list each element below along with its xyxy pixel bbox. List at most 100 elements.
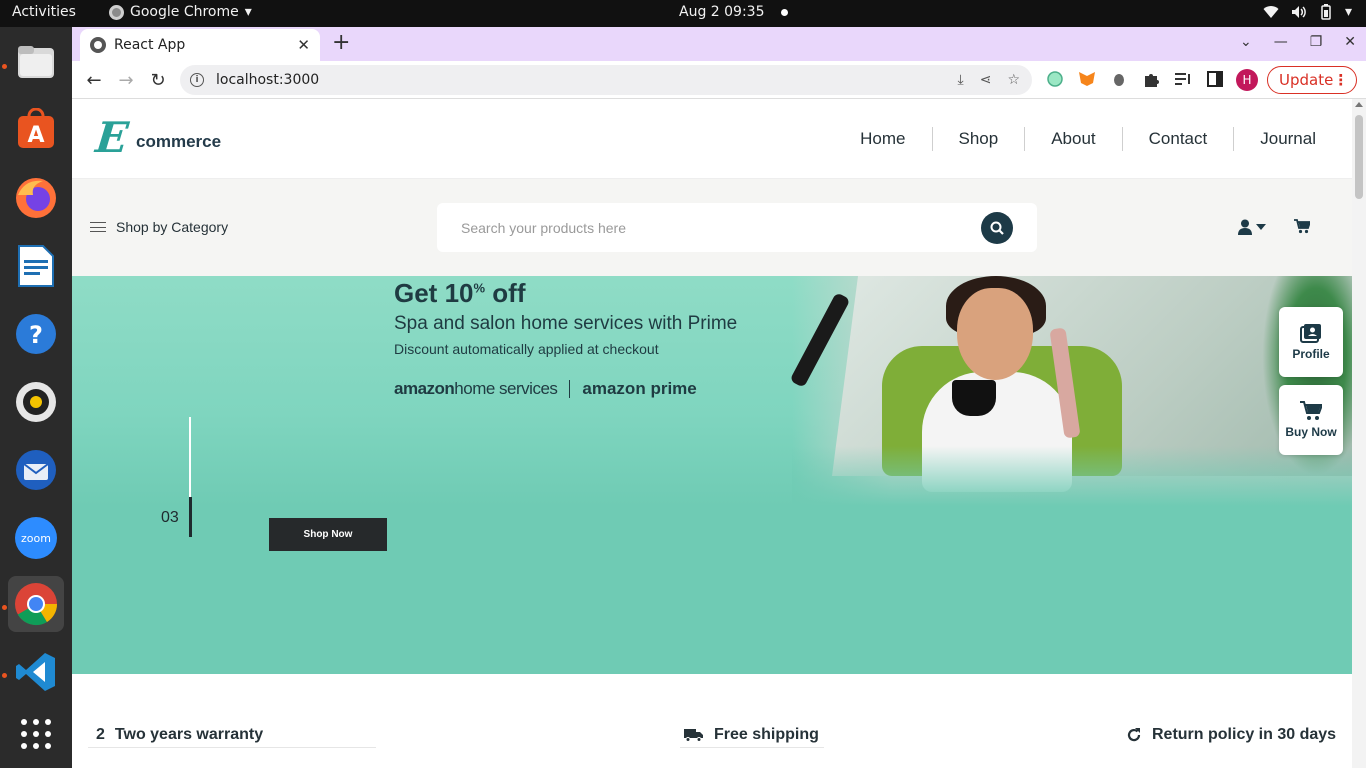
nav-home[interactable]: Home (834, 127, 933, 151)
install-app-icon[interactable]: ⤓ (958, 72, 964, 88)
side-panel-icon[interactable] (1206, 70, 1224, 88)
woman-image (957, 288, 1033, 380)
running-indicator (2, 64, 7, 69)
svg-text:A: A (27, 123, 44, 148)
help-icon[interactable]: ? (8, 306, 64, 362)
extension-bug-icon[interactable] (1110, 70, 1128, 88)
files-app-icon[interactable] (8, 34, 64, 90)
search-button[interactable] (981, 212, 1013, 244)
search-icon (990, 221, 1004, 235)
address-bar[interactable]: i localhost:3000 ⤓ ⋖ ☆ (180, 65, 1032, 95)
tab-strip: React App ✕ + ⌄ — ❐ ✕ (72, 27, 1366, 61)
page-scrollbar[interactable] (1352, 99, 1366, 768)
media-controls-icon[interactable] (1174, 70, 1192, 88)
site-logo[interactable]: E commerce (93, 113, 222, 162)
show-apps-grid-icon[interactable] (8, 706, 64, 762)
feature-warranty-label: Two years warranty (114, 726, 264, 743)
scrollbar-thumb[interactable] (1355, 115, 1363, 199)
cart-button[interactable] (1294, 219, 1312, 238)
new-tab-button[interactable]: + (332, 32, 350, 54)
thunderbird-icon[interactable] (8, 442, 64, 498)
clock-label: Aug 2 09:35 (679, 4, 765, 20)
profile-avatar[interactable]: H (1236, 69, 1258, 91)
tab-react-app[interactable]: React App ✕ (80, 29, 320, 61)
nav-contact[interactable]: Contact (1123, 127, 1235, 151)
window-controls: ⌄ — ❐ ✕ (1240, 34, 1356, 50)
slide-number: 03 (161, 509, 179, 526)
app-menu[interactable]: Google Chrome ▾ (109, 4, 252, 20)
category-search-bar: Shop by Category Search your products he… (72, 179, 1352, 276)
hero-headline: Get 10% off (394, 278, 526, 308)
reload-button[interactable]: ↻ (148, 70, 168, 91)
rhythmbox-icon[interactable] (8, 374, 64, 430)
volume-icon (1291, 6, 1306, 18)
zoom-icon[interactable]: zoom (8, 510, 64, 566)
shop-by-category-label: Shop by Category (116, 219, 229, 235)
feature-shipping: Free shipping (684, 726, 819, 744)
tab-search-chevron-icon[interactable]: ⌄ (1240, 34, 1252, 50)
system-top-bar: Activities Google Chrome ▾ Aug 2 09:35 ▾ (0, 0, 1366, 27)
activities-button[interactable]: Activities (12, 4, 76, 20)
shop-by-category-button[interactable]: Shop by Category (90, 219, 228, 235)
logo-wordmark: commerce (136, 132, 222, 151)
battery-icon (1321, 4, 1331, 20)
chrome-app-icon[interactable] (8, 576, 64, 632)
shop-now-button[interactable]: Shop Now (269, 518, 387, 551)
metamask-fox-icon[interactable] (1078, 70, 1096, 88)
writer-icon[interactable] (8, 238, 64, 294)
hair-straightener-image (789, 292, 851, 388)
share-icon[interactable]: ⋖ (980, 72, 992, 88)
nav-about[interactable]: About (1025, 127, 1123, 151)
forward-button[interactable]: → (116, 70, 136, 91)
nav-journal[interactable]: Journal (1234, 127, 1324, 151)
clock[interactable]: Aug 2 09:35 (679, 4, 788, 20)
user-icon (1238, 219, 1252, 235)
extension-green-icon[interactable] (1046, 70, 1064, 88)
return-arrow-icon (1127, 728, 1141, 742)
svg-text:?: ? (29, 321, 43, 349)
feature-shipping-label: Free shipping (714, 726, 819, 743)
hero-note: Discount automatically applied at checko… (394, 341, 659, 357)
buy-now-side-label: Buy Now (1285, 425, 1337, 439)
vscode-icon[interactable] (8, 644, 64, 700)
extensions-puzzle-icon[interactable] (1142, 70, 1160, 88)
truck-icon (684, 729, 703, 742)
user-menu-button[interactable] (1238, 219, 1266, 235)
search-input[interactable]: Search your products here (461, 220, 626, 236)
firefox-icon[interactable] (8, 170, 64, 226)
tab-close-icon[interactable]: ✕ (297, 36, 310, 54)
feature-returns: Return policy in 30 days (1126, 726, 1336, 744)
software-store-icon[interactable]: A (8, 102, 64, 158)
coffee-cup-image (952, 380, 996, 416)
site-info-icon[interactable]: i (190, 73, 204, 87)
caret-down-icon: ▾ (244, 4, 252, 20)
close-window-button[interactable]: ✕ (1344, 34, 1356, 50)
tab-favicon-icon (90, 37, 106, 53)
slide-progress-indicator[interactable] (189, 417, 192, 537)
update-button-label: Update (1279, 71, 1334, 89)
profile-side-button[interactable]: Profile (1279, 307, 1343, 377)
search-box[interactable]: Search your products here (437, 203, 1037, 252)
nav-shop[interactable]: Shop (933, 127, 1026, 151)
feature-returns-label: Return policy in 30 days (1152, 726, 1337, 743)
brand-logos: amazonhome services amazon prime (394, 379, 697, 399)
bookmark-star-icon[interactable]: ☆ (1007, 72, 1020, 88)
amazon-home-services-logo: amazonhome services (394, 379, 558, 398)
main-nav: Home Shop About Contact Journal (834, 127, 1324, 151)
maximize-button[interactable]: ❐ (1310, 34, 1323, 50)
update-button[interactable]: Update ⋮ (1267, 66, 1357, 94)
scroll-up-arrow-icon[interactable] (1355, 102, 1363, 107)
system-tray[interactable]: ▾ (1263, 4, 1352, 20)
back-button[interactable]: ← (84, 70, 104, 91)
hero-banner: Get 10% off Spa and salon home services … (72, 276, 1352, 674)
site-header: E commerce Home Shop About Contact Journ… (72, 99, 1352, 179)
web-page: E commerce Home Shop About Contact Journ… (72, 99, 1352, 768)
wifi-icon (1263, 6, 1279, 19)
buy-now-side-button[interactable]: Buy Now (1279, 385, 1343, 455)
features-strip: 2 Two years warranty Free shipping Retur… (72, 674, 1352, 768)
running-indicator (2, 673, 7, 678)
app-menu-label: Google Chrome (130, 4, 239, 20)
minimize-button[interactable]: — (1274, 34, 1288, 50)
kebab-menu-icon: ⋮ (1333, 71, 1349, 89)
svg-text:zoom: zoom (21, 532, 51, 545)
